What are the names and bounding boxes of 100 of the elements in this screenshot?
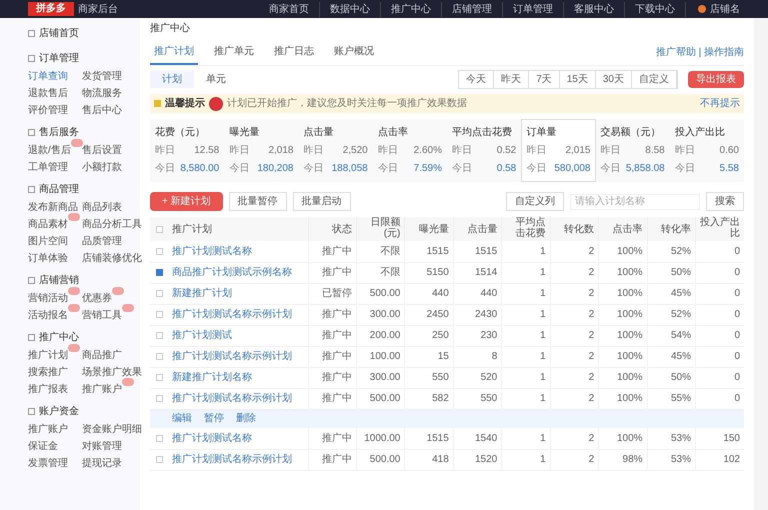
tab[interactable]: 推广日志	[270, 40, 318, 65]
plan-link[interactable]: 推广计划测试名称示例计划	[172, 454, 292, 465]
tab[interactable]: 推广计划	[150, 40, 198, 65]
plan-link[interactable]: 推广计划测试名称	[172, 432, 252, 444]
date-range-button[interactable]: 7天	[529, 71, 560, 88]
column-header[interactable]: 推广计划	[172, 224, 212, 234]
sidebar-group-title[interactable]: 店铺首页	[39, 26, 79, 41]
sidebar-item[interactable]: 资金账户明细	[82, 424, 142, 435]
sidebar-item[interactable]: 发货管理	[82, 71, 122, 82]
batch-button[interactable]: 批量暂停	[228, 192, 287, 211]
plan-link[interactable]: 新建推广计划名称	[172, 372, 252, 383]
sidebar-item[interactable]: 营销工具	[82, 310, 122, 321]
metric-card[interactable]: 点击量 昨日 2,520 今日 188,058	[298, 119, 373, 182]
plan-link[interactable]: 推广计划测试名称	[172, 246, 252, 257]
sidebar-item[interactable]: 推广报表	[28, 384, 68, 395]
sidebar-item[interactable]: 小额打款	[82, 162, 122, 173]
plan-link[interactable]: 新建推广计划	[172, 288, 232, 299]
sidebar-item[interactable]: 推广计划	[28, 350, 68, 361]
sidebar-item[interactable]: 推广账户	[28, 424, 68, 435]
sidebar-item[interactable]: 提现记录	[82, 458, 122, 469]
sidebar-item[interactable]: 售后设置	[82, 145, 122, 156]
column-header[interactable]: 曝光量	[418, 224, 449, 234]
row-checkbox[interactable]	[156, 395, 162, 402]
metric-card[interactable]: 曝光量 昨日 2,018 今日 180,208	[224, 119, 298, 182]
row-checkbox[interactable]	[156, 269, 162, 276]
dismiss-link[interactable]: 不再提示	[700, 96, 740, 111]
export-button[interactable]: 导出报表	[688, 71, 744, 88]
columns-button[interactable]: 自定义列	[506, 192, 564, 211]
tab[interactable]: 账户概况	[330, 40, 378, 65]
plan-link[interactable]: 推广计划测试名称示例计划	[172, 351, 292, 362]
plan-link[interactable]: 推广计划测试名称示例计划	[172, 309, 292, 320]
sidebar-item[interactable]: 物流服务	[82, 88, 122, 99]
sidebar-item[interactable]: 场景推广效果	[82, 367, 142, 378]
search-button[interactable]: 搜索	[706, 192, 744, 211]
sidebar-group-title[interactable]: 店铺营销	[39, 273, 79, 288]
sidebar-group-title[interactable]: 账户资金	[39, 404, 79, 419]
sidebar-group-title[interactable]: 推广中心	[39, 330, 79, 345]
sidebar-item[interactable]: 对账管理	[82, 441, 122, 452]
sidebar-item[interactable]: 商品分析工具	[82, 219, 142, 230]
sidebar-item[interactable]: 订单查询	[28, 71, 68, 82]
metric-card[interactable]: 订单量 昨日 2,015 今日 580,008	[521, 119, 596, 182]
search-field[interactable]: 请输入计划名称	[570, 194, 700, 210]
column-header[interactable]: 投入产出比	[700, 217, 740, 239]
metric-card[interactable]: 平均点击花费 昨日 0.52 今日 0.58	[447, 119, 522, 182]
sidebar-item[interactable]: 发票管理	[28, 458, 68, 469]
sub-tab[interactable]: 单元	[194, 71, 238, 88]
sidebar-group-title[interactable]: 商品管理	[39, 182, 79, 197]
row-checkbox[interactable]	[156, 332, 162, 339]
plan-link[interactable]: 推广计划测试名称示例计划	[172, 393, 292, 404]
row-action-link[interactable]: 编辑	[172, 411, 192, 426]
batch-button[interactable]: 批量启动	[292, 192, 351, 211]
date-range-button[interactable]: 自定义	[632, 71, 677, 88]
column-header[interactable]: 转化数	[564, 224, 594, 234]
sidebar-item[interactable]: 工单管理	[28, 162, 68, 173]
metric-card[interactable]: 交易额（元） 昨日 8.58 今日 5,858.08	[596, 119, 670, 182]
sidebar-item[interactable]: 保证金	[28, 441, 58, 452]
row-checkbox[interactable]	[156, 434, 162, 442]
column-header[interactable]: 状态	[332, 224, 352, 234]
date-range-button[interactable]: 30天	[596, 71, 632, 88]
sidebar-item[interactable]: 品质管理	[82, 236, 122, 247]
nav-link[interactable]: 客服中心	[564, 2, 625, 16]
sidebar-item[interactable]: 退款售后	[28, 88, 68, 99]
row-checkbox[interactable]	[156, 374, 162, 381]
user-name[interactable]: 店铺名	[710, 2, 740, 16]
sidebar-item[interactable]: 营销活动	[28, 293, 68, 304]
sidebar-item[interactable]: 商品推广	[82, 350, 122, 361]
sidebar-item[interactable]: 活动报名	[28, 310, 68, 321]
column-header[interactable]: 日限额(元)	[360, 217, 400, 239]
sidebar-item[interactable]: 订单体验	[28, 253, 68, 264]
nav-link[interactable]: 店铺管理	[442, 2, 503, 16]
sidebar-item[interactable]: 优惠券	[82, 293, 112, 304]
plan-link[interactable]: 商品推广计划测试示例名称	[172, 267, 292, 278]
metric-card[interactable]: 投入产出比 昨日 0.60 今日 5.58	[670, 119, 744, 182]
sidebar-item[interactable]: 评价管理	[28, 105, 68, 116]
date-range-button[interactable]: 15天	[560, 71, 596, 88]
row-checkbox[interactable]	[156, 353, 162, 360]
nav-link[interactable]: 下载中心	[625, 2, 686, 16]
date-range-button[interactable]: 今天	[459, 71, 494, 88]
row-checkbox[interactable]	[156, 456, 162, 463]
sub-tab[interactable]: 计划	[150, 71, 194, 88]
column-header[interactable]: 平均点击花费	[506, 217, 546, 239]
sidebar-item[interactable]: 推广账户	[82, 384, 122, 395]
help-link[interactable]: 推广帮助 | 操作指南	[656, 45, 744, 60]
sidebar-item[interactable]: 商品素材	[28, 219, 68, 230]
sidebar-item[interactable]: 售后中心	[82, 105, 122, 116]
metric-card[interactable]: 花费（元） 昨日 12.58 今日 8,580.00	[150, 119, 224, 182]
nav-link[interactable]: 推广中心	[381, 2, 442, 16]
date-range-button[interactable]: 昨天	[494, 71, 530, 88]
row-checkbox[interactable]	[156, 248, 162, 255]
sidebar-item[interactable]: 店铺装修优化	[82, 253, 142, 264]
row-checkbox[interactable]	[156, 311, 162, 318]
tab[interactable]: 推广单元	[210, 40, 258, 65]
column-header[interactable]: 点击率	[612, 224, 643, 234]
row-action-link[interactable]: 暂停	[204, 411, 224, 426]
sidebar-item[interactable]: 退款/售后	[28, 145, 71, 156]
plan-link[interactable]: 推广计划测试	[172, 330, 232, 341]
metric-card[interactable]: 点击率 昨日 2.60% 今日 7.59%	[372, 119, 447, 182]
nav-link[interactable]: 商家首页	[259, 2, 320, 16]
sidebar-item[interactable]: 搜索推广	[28, 367, 68, 378]
sidebar-item[interactable]: 发布新商品	[28, 202, 78, 213]
